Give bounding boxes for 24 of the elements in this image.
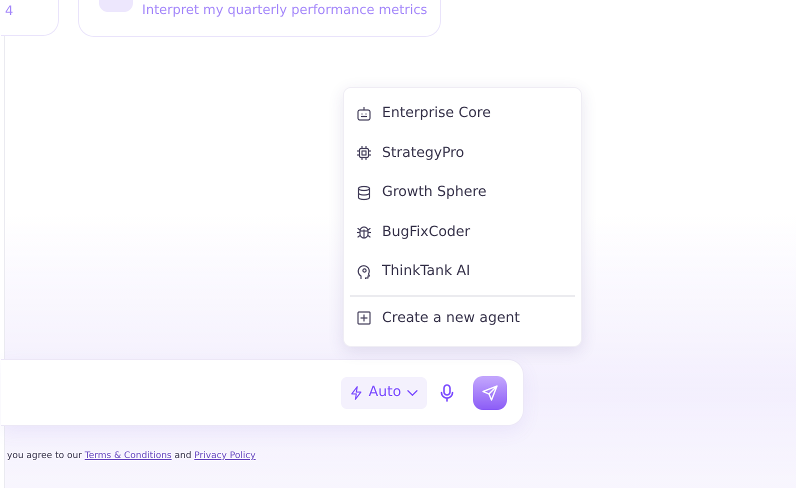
agent-menu-item[interactable]: Enterprise Core xyxy=(350,94,575,134)
message-composer[interactable]: Auto xyxy=(1,359,524,426)
plus-square-icon xyxy=(356,310,372,326)
agent-menu-item[interactable]: Growth Sphere xyxy=(350,173,575,212)
agent-menu-item[interactable]: StrategyPro xyxy=(350,134,575,173)
robot-icon xyxy=(356,106,372,122)
agent-menu-item[interactable]: ThinkTank AI xyxy=(350,252,575,292)
microphone-button[interactable] xyxy=(439,384,455,402)
bug-icon xyxy=(356,224,372,240)
create-agent-button[interactable]: Create a new agent xyxy=(350,298,575,338)
chip-icon xyxy=(356,145,372,162)
send-icon xyxy=(482,384,498,400)
terms-link[interactable]: Terms & Conditions xyxy=(84,451,172,461)
mode-dropdown[interactable]: Auto xyxy=(341,376,427,408)
lightning-icon xyxy=(350,384,363,400)
caret-icon xyxy=(407,388,418,396)
head-icon xyxy=(356,264,372,280)
suggestion-text: Interpret my quarterly performance metrics xyxy=(142,2,428,20)
send-button[interactable] xyxy=(473,376,507,410)
terms-notice: you agree to our Terms & Conditions and Privacy Policy xyxy=(7,450,257,463)
privacy-link[interactable]: Privacy Policy xyxy=(194,451,256,461)
database-icon xyxy=(356,184,372,201)
microphone-icon xyxy=(439,384,455,402)
agent-menu-item[interactable]: BugFixCoder xyxy=(350,212,575,252)
